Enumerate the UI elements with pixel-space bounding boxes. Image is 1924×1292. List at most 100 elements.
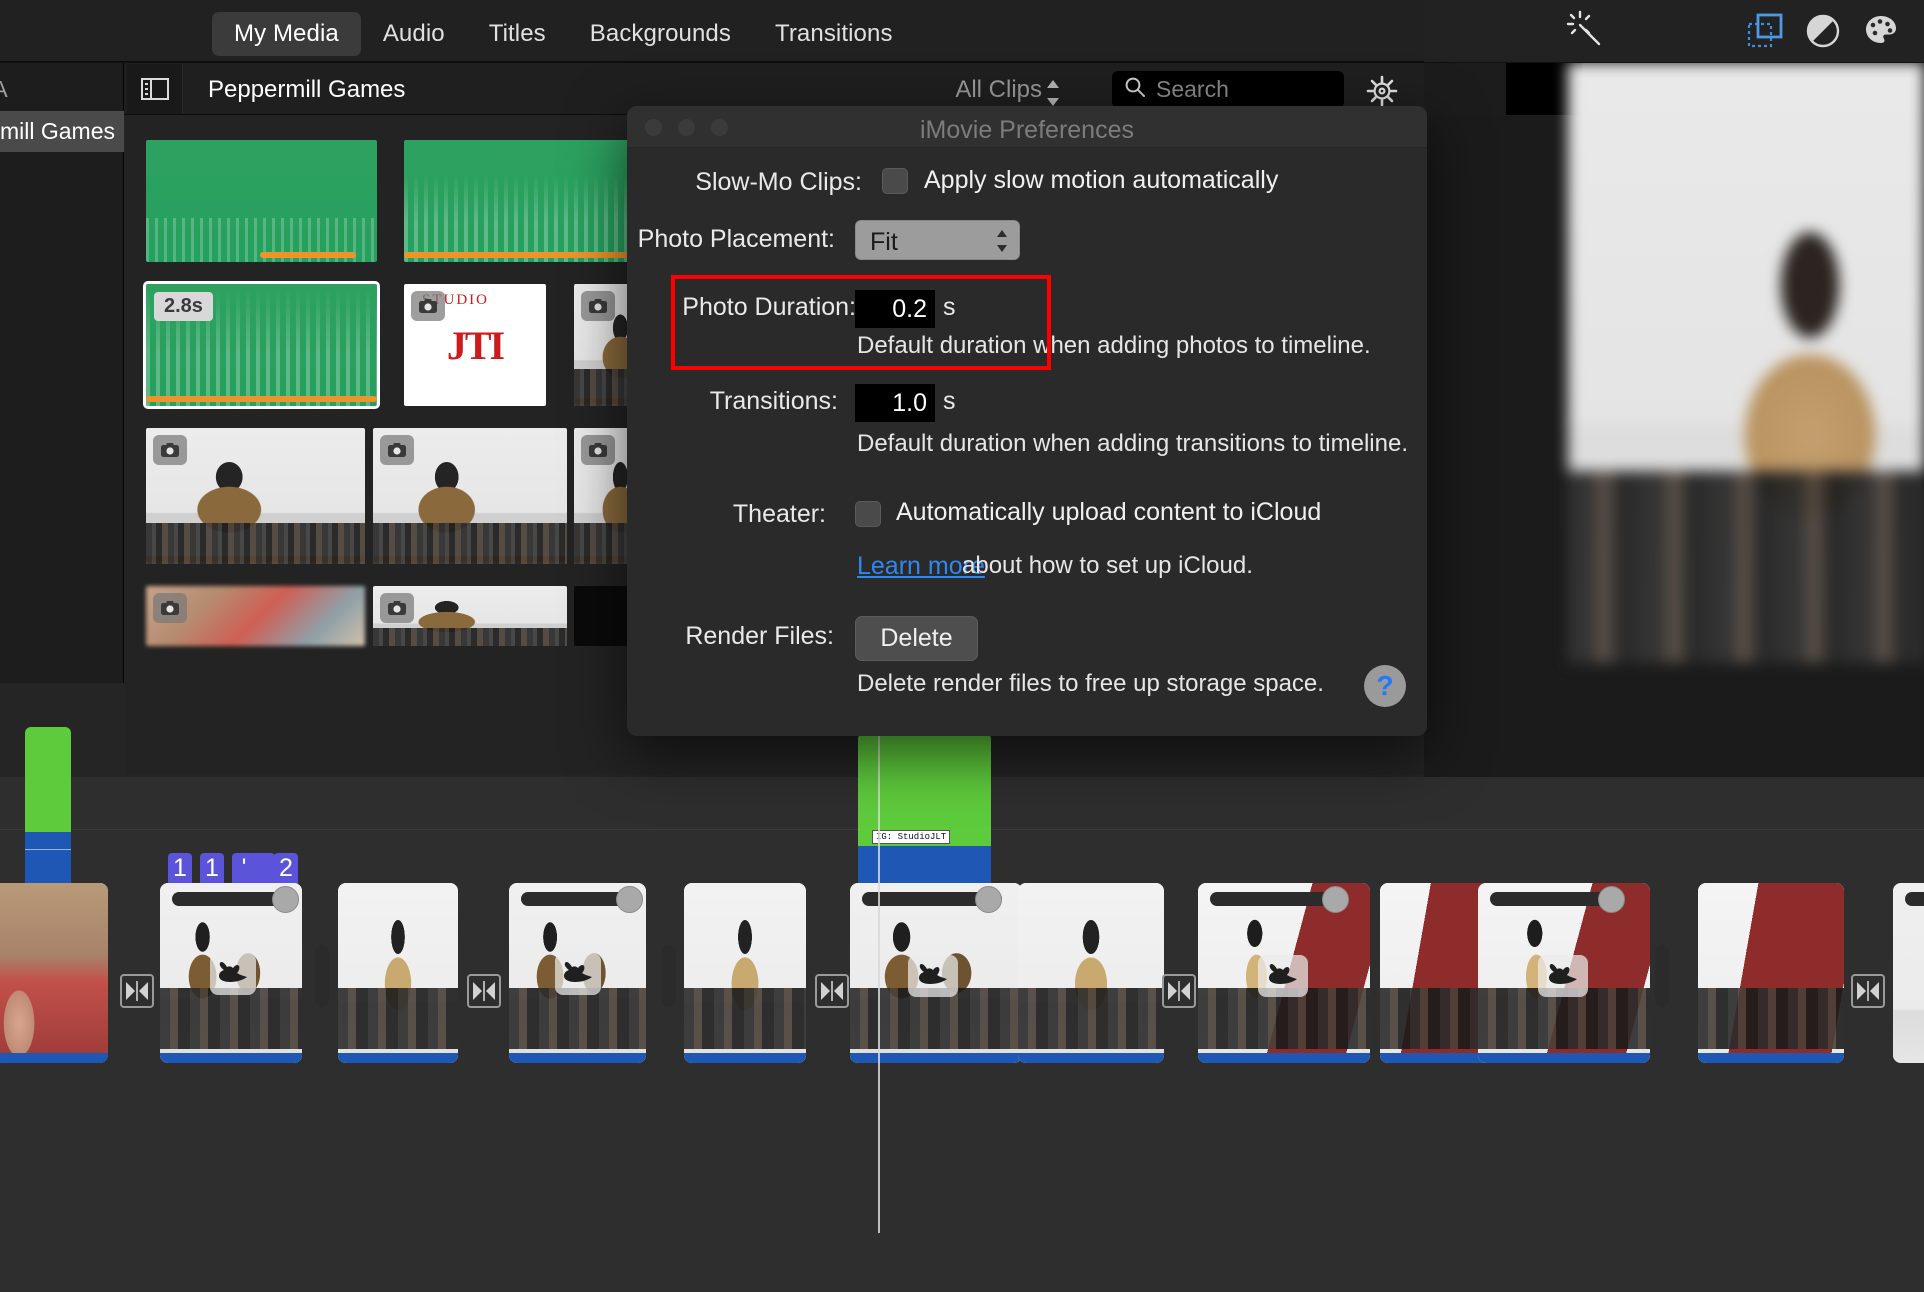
- speed-knob[interactable]: [975, 886, 1002, 913]
- clip-selection-bar: [160, 1053, 302, 1063]
- clip-drag-handle[interactable]: [315, 945, 329, 1007]
- timeline-clip-vlog[interactable]: [0, 883, 108, 1063]
- crop-icon[interactable]: [1736, 3, 1794, 59]
- media-item-audio-selected[interactable]: 2.8s: [143, 281, 380, 409]
- timeline-clip-5[interactable]: [850, 883, 1022, 1063]
- waveform: [404, 174, 635, 262]
- preferences-window-title: iMovie Preferences: [920, 116, 1134, 144]
- preferences-title-bar[interactable]: iMovie Preferences: [627, 106, 1427, 148]
- camera-icon: [380, 593, 414, 623]
- marker-label: ': [241, 854, 247, 882]
- transitions-value: 1.0: [892, 388, 927, 417]
- clip-drag-handle[interactable]: [662, 945, 676, 1007]
- favorite-bar: [404, 252, 635, 258]
- clip-drag-handle[interactable]: [1655, 945, 1669, 1007]
- camera-icon: [581, 435, 615, 465]
- media-item-photo-2[interactable]: [146, 428, 365, 564]
- timeline-playhead[interactable]: [878, 733, 880, 1233]
- magic-wand-icon[interactable]: [1558, 3, 1616, 59]
- timeline-title-clip-1[interactable]: [25, 727, 71, 832]
- timeline-clip-1[interactable]: [160, 883, 302, 1063]
- camera-icon: [153, 435, 187, 465]
- clip-mech-detail: [684, 987, 806, 1049]
- camera-icon: [411, 291, 445, 321]
- color-correction-icon[interactable]: [1852, 3, 1910, 59]
- render-files-description: Delete render files to free up storage s…: [857, 670, 1324, 697]
- media-item-photo-3[interactable]: [373, 428, 567, 564]
- tab-transitions[interactable]: Transitions: [753, 12, 915, 56]
- clip-selection-bar: [338, 1053, 458, 1063]
- library-sidebar: IA mill Games ts ary: [0, 63, 124, 683]
- media-item-audio-1[interactable]: [146, 140, 377, 262]
- tab-my-media[interactable]: My Media: [212, 12, 361, 56]
- search-icon: [1124, 76, 1146, 103]
- camera-icon: [581, 291, 615, 321]
- clip-mech-detail: [1018, 987, 1164, 1049]
- imovie-window: My Media Audio Titles Backgrounds Transi…: [0, 0, 1924, 1292]
- tab-titles[interactable]: Titles: [467, 12, 568, 56]
- timeline-clip-split-line: [25, 849, 71, 850]
- timeline-clip-9[interactable]: [1478, 883, 1650, 1063]
- transition-icon[interactable]: [1162, 974, 1196, 1008]
- timeline-clip-6[interactable]: [1018, 883, 1164, 1063]
- clip-mech-detail: [160, 987, 302, 1049]
- color-balance-icon[interactable]: [1794, 3, 1852, 59]
- gear-icon[interactable]: [1364, 73, 1400, 109]
- search-input[interactable]: Search: [1112, 71, 1344, 108]
- delete-render-files-button[interactable]: Delete: [855, 616, 978, 661]
- media-item-audio-2[interactable]: [404, 140, 635, 262]
- help-button[interactable]: ?: [1364, 665, 1406, 707]
- theater-label: Theater:: [732, 500, 826, 528]
- transition-icon[interactable]: [467, 974, 501, 1008]
- rabbit-icon: [555, 953, 601, 995]
- sidebar-item-media[interactable]: IA: [0, 70, 8, 109]
- theater-checkbox-label: Automatically upload content to iCloud: [896, 498, 1322, 526]
- favorite-bar: [373, 556, 567, 562]
- tab-backgrounds[interactable]: Backgrounds: [568, 12, 753, 56]
- timeline-music-clip-1[interactable]: [25, 832, 71, 884]
- transitions-input[interactable]: 1.0: [855, 384, 935, 422]
- timeline-clip-2[interactable]: [338, 883, 458, 1063]
- all-clips-filter[interactable]: All Clips: [955, 76, 1042, 104]
- speed-knob[interactable]: [1322, 886, 1349, 913]
- clip-mech-detail: [1698, 987, 1844, 1049]
- render-files-label: Render Files:: [685, 622, 834, 650]
- speed-knob[interactable]: [272, 886, 299, 913]
- timeline[interactable]: IG: StudioJLT 1 1 ' 2: [0, 727, 1924, 1292]
- timeline-clip-7[interactable]: [1198, 883, 1370, 1063]
- timeline-clip-3[interactable]: [509, 883, 646, 1063]
- tab-audio[interactable]: Audio: [361, 12, 467, 56]
- rabbit-icon: [1258, 955, 1308, 997]
- preview-viewer: [1424, 63, 1924, 777]
- clip-thumbnail: [1893, 883, 1924, 1063]
- transition-icon[interactable]: [120, 974, 154, 1008]
- favorite-bar: [146, 396, 377, 402]
- clip-thumbnail: [0, 883, 108, 1063]
- clip-duration-badge: 2.8s: [154, 292, 213, 321]
- photo-placement-value: Fit: [870, 228, 898, 256]
- theater-checkbox[interactable]: [855, 501, 881, 527]
- preferences-dialog: iMovie Preferences Slow-Mo Clips: Apply …: [627, 106, 1427, 736]
- media-item-photo-studio[interactable]: JTI STUDIO: [404, 284, 546, 406]
- clip-mech-detail: [338, 987, 458, 1049]
- timeline-clip-11[interactable]: [1893, 883, 1924, 1063]
- photo-placement-select[interactable]: Fit: [855, 220, 1020, 260]
- sidebar-item-peppermill-games-label: mill Games: [0, 118, 116, 144]
- clip-selection-bar: [1698, 1053, 1844, 1063]
- slow-mo-checkbox[interactable]: [882, 168, 908, 194]
- toolbar-right-icons: [1558, 0, 1910, 62]
- sidebar-toggle-icon[interactable]: [127, 64, 183, 114]
- clip-selection-bar: [1198, 1053, 1370, 1063]
- speed-knob[interactable]: [616, 886, 643, 913]
- timeline-clip-4[interactable]: [684, 883, 806, 1063]
- sidebar-item-peppermill-games[interactable]: mill Games: [0, 111, 124, 152]
- photo-duration-input[interactable]: 0.2: [855, 290, 935, 328]
- transition-icon[interactable]: [815, 974, 849, 1008]
- main-toolbar: My Media Audio Titles Backgrounds Transi…: [0, 0, 1924, 63]
- transition-icon[interactable]: [1851, 974, 1885, 1008]
- clip-mech-detail: [509, 987, 646, 1049]
- timeline-clip-10[interactable]: [1698, 883, 1844, 1063]
- speed-knob[interactable]: [1598, 886, 1625, 913]
- transitions-unit: s: [943, 387, 956, 415]
- speed-slider[interactable]: [1905, 892, 1924, 906]
